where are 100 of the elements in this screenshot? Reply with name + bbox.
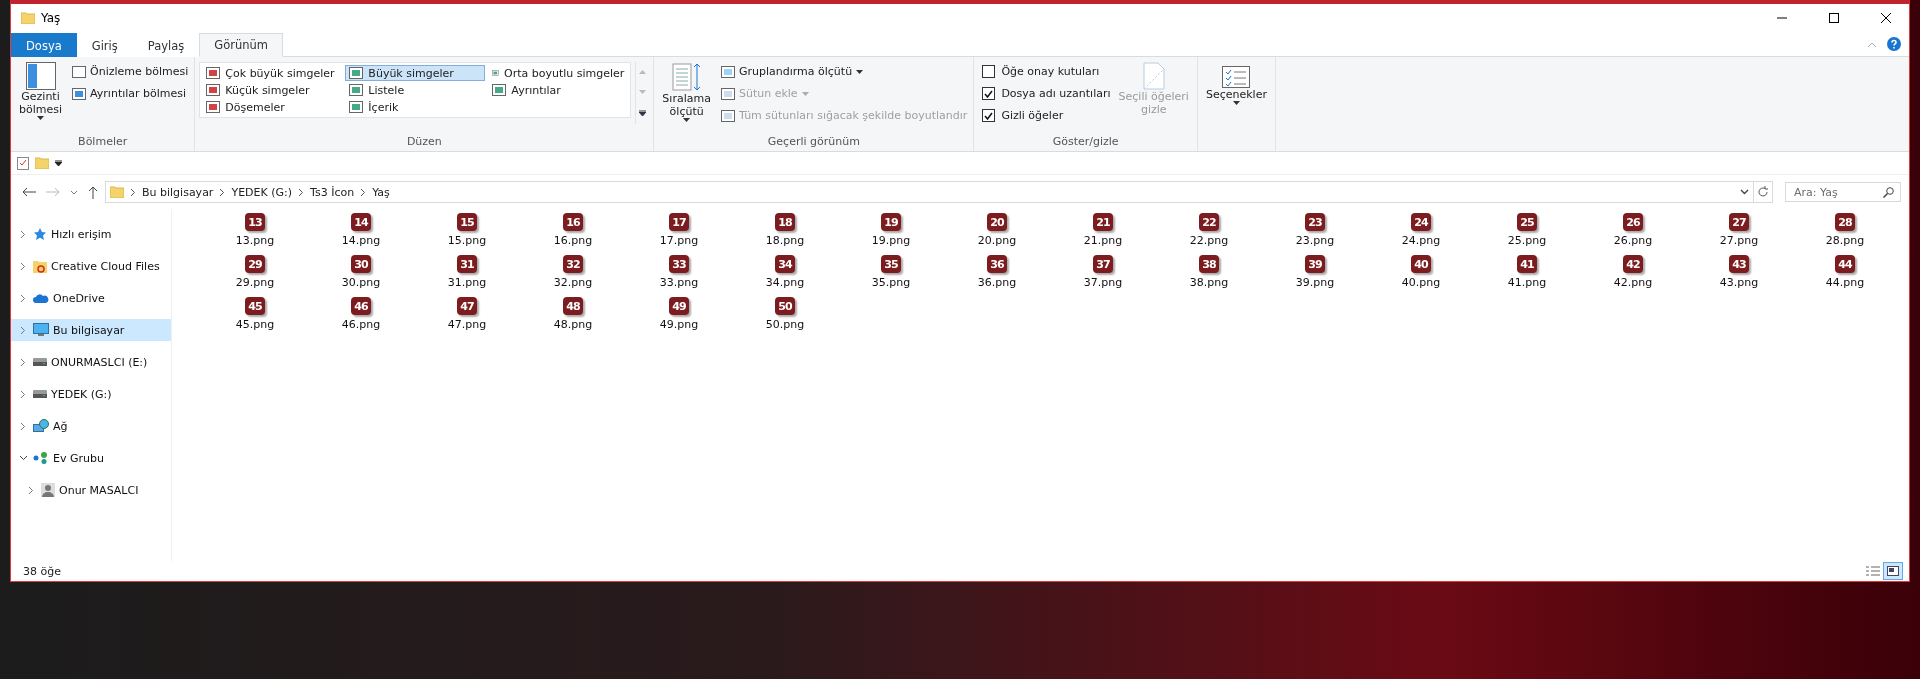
breadcrumb[interactable]: Ts3 İcon — [310, 185, 355, 199]
thumbnail-image[interactable]: 49 — [669, 297, 689, 315]
layout-option[interactable]: İçerik — [345, 99, 486, 115]
customize-caret-icon[interactable] — [55, 160, 62, 166]
chevron-right-icon[interactable] — [20, 357, 26, 367]
file-name[interactable]: 18.png — [765, 234, 805, 247]
file-name[interactable]: 39.png — [1295, 276, 1335, 289]
thumbnail-image[interactable]: 42 — [1623, 255, 1643, 273]
chevron-right-icon[interactable] — [28, 485, 34, 495]
nav-item[interactable]: YEDEK (G:) — [11, 383, 171, 405]
thumbnail-image[interactable]: 22 — [1199, 213, 1219, 231]
file-name[interactable]: 19.png — [871, 234, 911, 247]
thumbnail-image[interactable]: 26 — [1623, 213, 1643, 231]
chevron-right-icon[interactable] — [20, 229, 26, 239]
thumbnail-image[interactable]: 36 — [987, 255, 1007, 273]
file-name[interactable]: 41.png — [1507, 276, 1547, 289]
chevron-right-icon[interactable] — [20, 293, 26, 303]
layout-option[interactable]: Küçük simgeler — [202, 82, 343, 98]
chevron-right-icon[interactable] — [20, 261, 26, 271]
layout-option[interactable]: Döşemeler — [202, 99, 343, 115]
file-name[interactable]: 16.png — [553, 234, 593, 247]
layout-option[interactable]: Orta boyutlu simgeler — [488, 65, 629, 81]
breadcrumb[interactable]: YEDEK (G:) — [231, 185, 293, 199]
file-name[interactable]: 23.png — [1295, 234, 1335, 247]
nav-item[interactable]: Onur MASALCI — [11, 479, 171, 501]
file-name[interactable]: 26.png — [1613, 234, 1653, 247]
file-name[interactable]: 13.png — [235, 234, 275, 247]
breadcrumb[interactable]: Yaş — [372, 185, 390, 199]
pane-button[interactable]: Önizleme bölmesi — [70, 62, 191, 81]
thumbnail-image[interactable]: 19 — [881, 213, 901, 231]
file-name[interactable]: 24.png — [1401, 234, 1441, 247]
thumbnail-image[interactable]: 46 — [351, 297, 371, 315]
file-name[interactable]: 50.png — [765, 318, 805, 331]
file-name[interactable]: 28.png — [1825, 234, 1865, 247]
thumbnail-image[interactable]: 39 — [1305, 255, 1325, 273]
nav-item[interactable]: Ağ — [11, 415, 171, 437]
thumbnail-image[interactable]: 35 — [881, 255, 901, 273]
thumbnail-image[interactable]: 13 — [245, 213, 265, 231]
thumbnail-image[interactable]: 16 — [563, 213, 583, 231]
ribbon-tab[interactable]: Görünüm — [199, 33, 284, 57]
file-name[interactable]: 14.png — [341, 234, 381, 247]
layout-option[interactable]: Listele — [345, 82, 486, 98]
file-name[interactable]: 48.png — [553, 318, 593, 331]
file-name[interactable]: 42.png — [1613, 276, 1653, 289]
layout-option[interactable]: Çok büyük simgeler — [202, 65, 343, 81]
thumbnail-image[interactable]: 43 — [1729, 255, 1749, 273]
thumbnail-image[interactable]: 14 — [351, 213, 371, 231]
thumbnail-image[interactable]: 41 — [1517, 255, 1537, 273]
file-name[interactable]: 32.png — [553, 276, 593, 289]
address-bar[interactable]: Bu bilgisayar YEDEK (G:) Ts3 İcon Yaş — [105, 181, 1754, 203]
thumbnail-image[interactable]: 45 — [245, 297, 265, 315]
file-name[interactable]: 40.png — [1401, 276, 1441, 289]
file-name[interactable]: 33.png — [659, 276, 699, 289]
file-name[interactable]: 49.png — [659, 318, 699, 331]
file-name[interactable]: 29.png — [235, 276, 275, 289]
file-name[interactable]: 43.png — [1719, 276, 1759, 289]
file-name[interactable]: 34.png — [765, 276, 805, 289]
thumbnail-image[interactable]: 25 — [1517, 213, 1537, 231]
pane-button[interactable]: Ayrıntılar bölmesi — [70, 84, 191, 103]
file-name[interactable]: 46.png — [341, 318, 381, 331]
properties-icon[interactable] — [17, 156, 29, 170]
file-name[interactable]: 30.png — [341, 276, 381, 289]
file-name[interactable]: 45.png — [235, 318, 275, 331]
chevron-right-icon[interactable] — [20, 325, 26, 335]
thumbnail-image[interactable]: 50 — [775, 297, 795, 315]
navigation-pane-button[interactable]: Gezinti bölmesi — [15, 60, 67, 122]
large-icons-view-button[interactable] — [1883, 562, 1903, 580]
file-name[interactable]: 44.png — [1825, 276, 1865, 289]
file-name[interactable]: 22.png — [1189, 234, 1229, 247]
nav-item[interactable]: Creative Cloud Files — [11, 255, 171, 277]
file-name[interactable]: 35.png — [871, 276, 911, 289]
file-name[interactable]: 27.png — [1719, 234, 1759, 247]
thumbnail-image[interactable]: 31 — [457, 255, 477, 273]
thumbnail-image[interactable]: 23 — [1305, 213, 1325, 231]
chevron-right-icon[interactable] — [20, 421, 26, 431]
expand-gallery-icon[interactable] — [639, 110, 647, 116]
thumbnail-image[interactable]: 40 — [1411, 255, 1431, 273]
thumbnail-image[interactable]: 33 — [669, 255, 689, 273]
thumbnail-image[interactable]: 38 — [1199, 255, 1219, 273]
thumbnail-image[interactable]: 32 — [563, 255, 583, 273]
thumbnail-image[interactable]: 21 — [1093, 213, 1113, 231]
view-command[interactable]: Gruplandırma ölçütü — [718, 62, 970, 81]
thumbnail-image[interactable]: 44 — [1835, 255, 1855, 273]
nav-item[interactable]: Bu bilgisayar — [11, 319, 171, 341]
file-name[interactable]: 17.png — [659, 234, 699, 247]
nav-item[interactable]: ONURMASLCI (E:) — [11, 351, 171, 373]
thumbnail-image[interactable]: 15 — [457, 213, 477, 231]
options-button[interactable]: Seçenekler — [1201, 60, 1271, 107]
file-name[interactable]: 25.png — [1507, 234, 1547, 247]
thumbnail-image[interactable]: 30 — [351, 255, 371, 273]
nav-item[interactable]: OneDrive — [11, 287, 171, 309]
thumbnail-image[interactable]: 48 — [563, 297, 583, 315]
file-name[interactable]: 31.png — [447, 276, 487, 289]
file-name[interactable]: 47.png — [447, 318, 487, 331]
chevron-right-icon[interactable] — [20, 389, 26, 399]
thumbnail-image[interactable]: 29 — [245, 255, 265, 273]
file-tab[interactable]: Dosya — [11, 33, 77, 57]
collapse-ribbon-icon[interactable] — [1867, 42, 1877, 48]
file-name[interactable]: 37.png — [1083, 276, 1123, 289]
search-field[interactable]: Ara: Yaş — [1785, 182, 1901, 202]
